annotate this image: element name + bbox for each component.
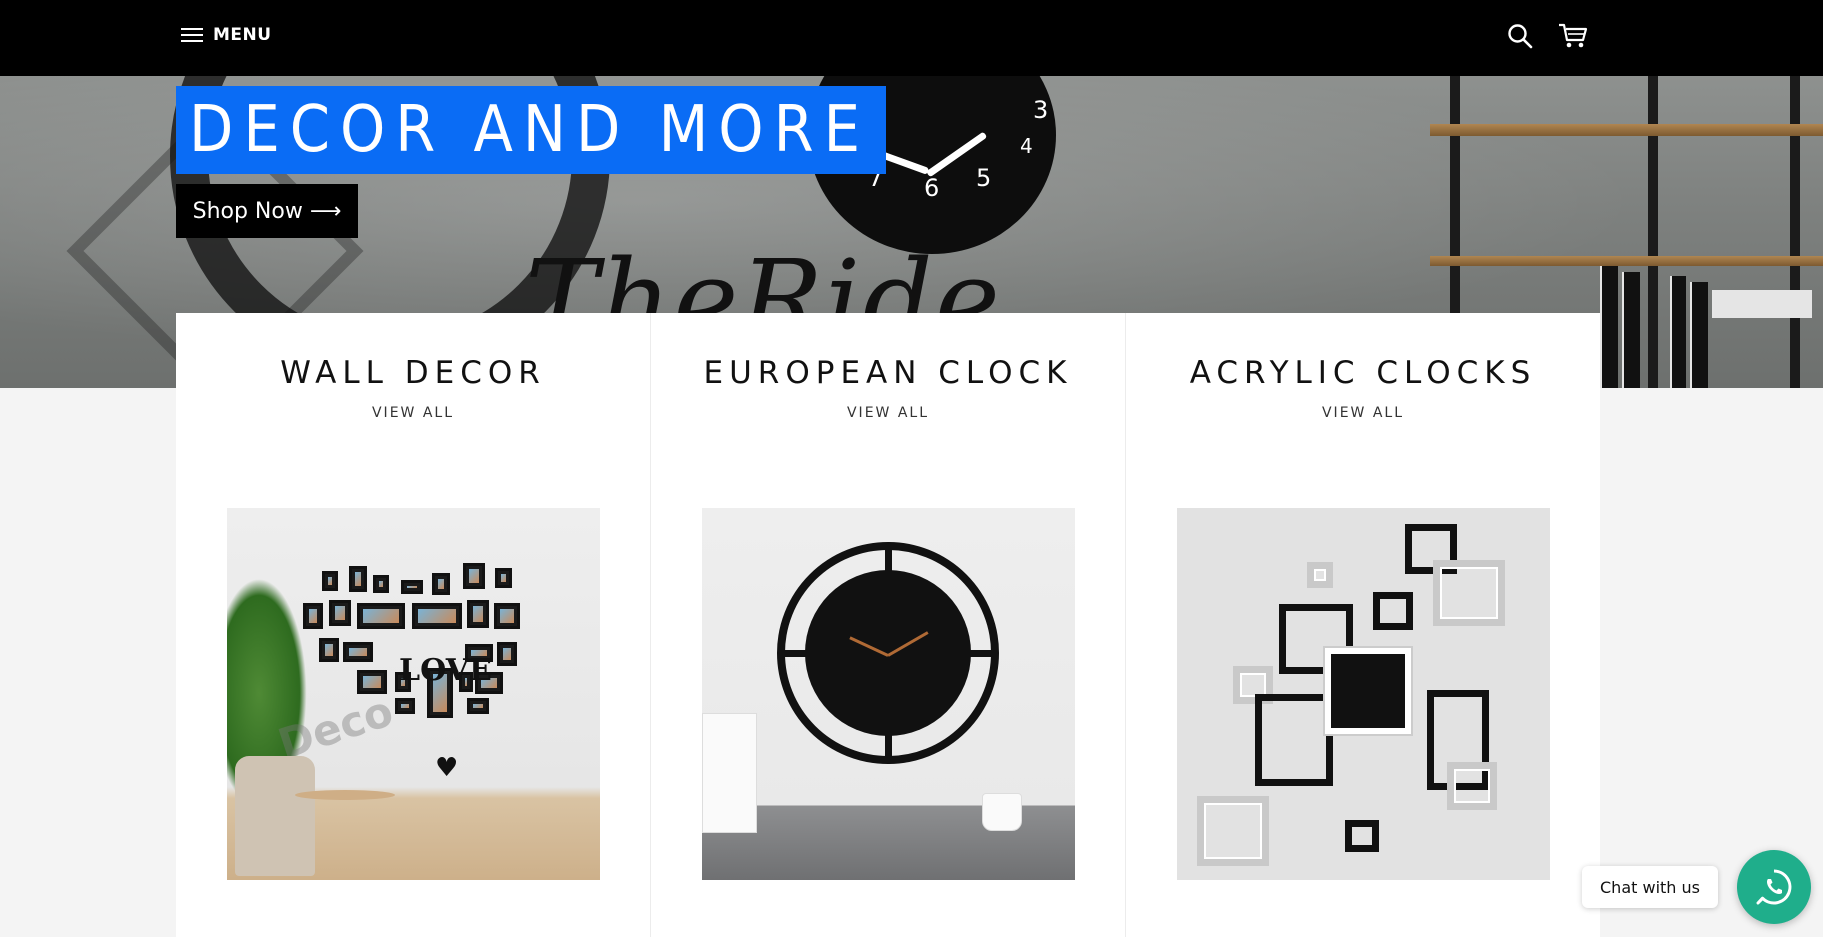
collection-card-european-clock[interactable]: EUROPEAN CLOCK VIEW ALL (651, 313, 1126, 937)
whatsapp-icon (1756, 869, 1792, 905)
wall-decor-image[interactable]: LOVE ♥ Deco (227, 508, 600, 880)
chat-with-us-label[interactable]: Chat with us (1582, 866, 1718, 908)
view-all-link[interactable]: VIEW ALL (651, 405, 1125, 421)
collection-title: ACRYLIC CLOCKS (1189, 355, 1537, 391)
search-icon[interactable] (1507, 23, 1533, 49)
european-clock-image[interactable] (702, 508, 1075, 880)
hero-title: DECOR AND MORE (176, 86, 886, 174)
collection-card-wall-decor[interactable]: WALL DECOR VIEW ALL LOVE ♥ Deco (176, 313, 651, 937)
collection-title: EUROPEAN CLOCK (703, 355, 1073, 391)
menu-label: MENU (213, 25, 272, 45)
collection-grid: WALL DECOR VIEW ALL LOVE ♥ Deco EUROPEAN… (176, 313, 1600, 937)
collection-title: WALL DECOR (280, 355, 546, 391)
shop-now-button[interactable]: Shop Now ⟶ (176, 184, 358, 238)
view-all-link[interactable]: VIEW ALL (176, 405, 650, 421)
acrylic-clock-image[interactable] (1177, 508, 1550, 880)
clock-face (1325, 648, 1411, 734)
menu-button[interactable]: MENU (181, 22, 272, 48)
whatsapp-button[interactable] (1737, 850, 1811, 924)
view-all-link[interactable]: VIEW ALL (1126, 405, 1600, 421)
cart-icon[interactable] (1558, 22, 1588, 50)
site-header: MENU (0, 0, 1823, 76)
heart-icon: ♥ (435, 753, 459, 783)
hamburger-icon (181, 28, 203, 42)
collection-card-acrylic-clocks[interactable]: ACRYLIC CLOCKS VIEW ALL (1126, 313, 1600, 937)
